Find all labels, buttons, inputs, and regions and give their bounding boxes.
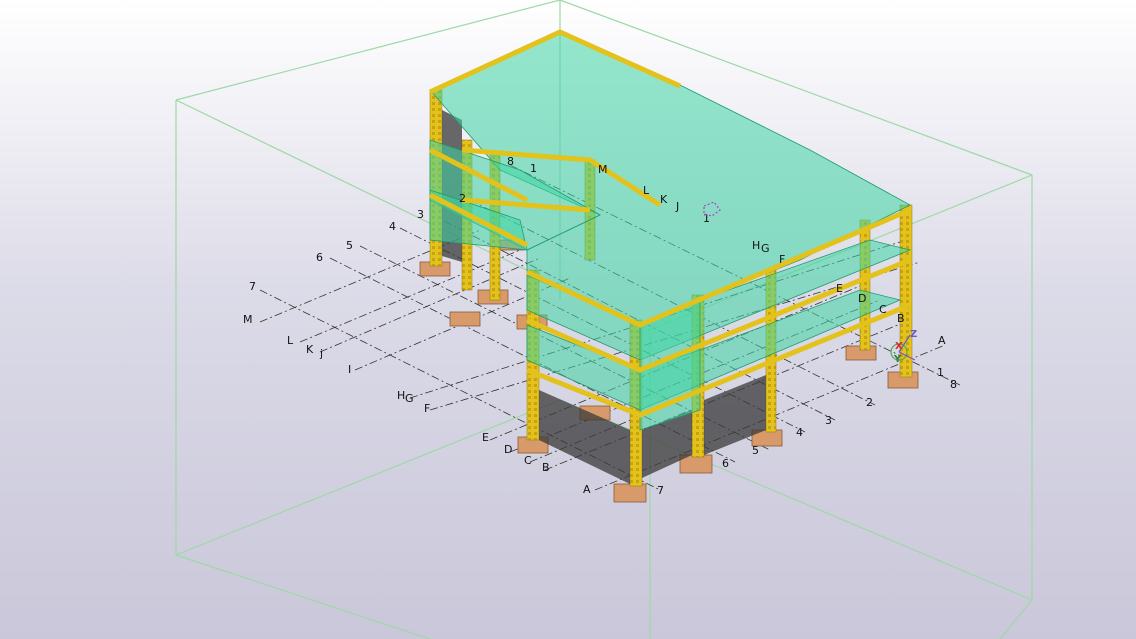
grid-label-1b: 1 [937, 366, 944, 379]
grid-label-3b: 3 [825, 414, 832, 427]
grid-label-G2: G [405, 392, 414, 405]
grid-label-H: H [752, 239, 760, 252]
grid-label-B: B [897, 312, 905, 325]
grid-label-D: D [858, 292, 866, 305]
grid-label-8b: 8 [950, 378, 957, 391]
axis-x-label: X [895, 341, 903, 352]
grid-label-F2: F [424, 402, 430, 415]
grid-label-5: 5 [346, 239, 353, 252]
grid-label-C: C [879, 303, 887, 316]
grid-label-E2: E [482, 431, 489, 444]
grid-label-G: G [761, 242, 770, 255]
grid-label-M: M [598, 163, 608, 176]
grid-label-A: A [938, 334, 946, 347]
grid-label-8: 8 [507, 155, 514, 168]
grid-label-K: K [660, 193, 668, 206]
grid-label-2: 2 [459, 192, 466, 205]
grid-label-2b: 2 [866, 396, 873, 409]
axis-z-label: Z [910, 329, 917, 340]
grid-label-K2: K [306, 343, 314, 356]
grid-label-A2: A [583, 483, 591, 496]
grid-label-7b: 7 [657, 484, 664, 497]
grid-label-6b: 6 [722, 457, 729, 470]
grid-label-I: I [348, 363, 351, 376]
grid-label-M2: M [243, 313, 253, 326]
grid-label-4b: 4 [796, 426, 803, 439]
grid-label-D2: D [504, 443, 512, 456]
grid-label-E: E [836, 282, 843, 295]
grid-label-1c: 1 [703, 212, 710, 225]
grid-label-4: 4 [389, 220, 396, 233]
grid-label-J: J [675, 200, 679, 213]
grid-label-C2: C [524, 454, 532, 467]
grid-label-L: L [643, 184, 650, 197]
grid-label-7: 7 [249, 280, 256, 293]
grid-label-B2: B [542, 461, 550, 474]
grid-label-5b: 5 [752, 444, 759, 457]
grid-label-j: j [319, 347, 323, 360]
grid-label-L2: L [287, 334, 294, 347]
axis-y-label: Y [893, 354, 902, 365]
model-3d-viewport[interactable]: 8 1 2 3 4 5 6 7 1 8 2 3 4 5 6 7 1 M L K … [0, 0, 1136, 639]
grid-label-3: 3 [417, 208, 424, 221]
grid-label-F: F [779, 253, 785, 266]
grid-label-1: 1 [530, 162, 537, 175]
grid-label-6: 6 [316, 251, 323, 264]
